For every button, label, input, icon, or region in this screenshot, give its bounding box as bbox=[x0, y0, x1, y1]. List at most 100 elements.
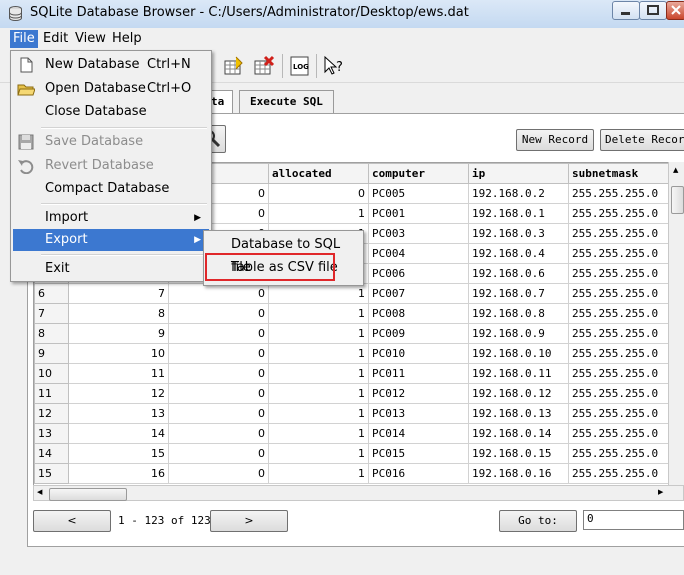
cell-ip[interactable]: 192.168.0.9 bbox=[468, 323, 569, 344]
scroll-up-icon[interactable]: ▲ bbox=[673, 166, 678, 174]
cell-id[interactable]: 7 bbox=[68, 283, 169, 304]
cell-s[interactable]: 0 bbox=[168, 283, 269, 304]
menu-item-open-database[interactable]: Open Database Ctrl+O bbox=[13, 78, 209, 100]
cell-computer[interactable]: PC014 bbox=[368, 423, 469, 444]
cell-id[interactable]: 15 bbox=[68, 443, 169, 464]
cell-allocated[interactable]: 0 bbox=[268, 183, 369, 204]
close-button[interactable] bbox=[666, 1, 684, 20]
cell-computer[interactable]: PC013 bbox=[368, 403, 469, 424]
table-row[interactable]: 8 9 0 1 PC009 192.168.0.9 255.255.255.0 bbox=[34, 323, 669, 344]
cell-allocated[interactable]: 1 bbox=[268, 203, 369, 224]
cell-subnetmask[interactable]: 255.255.255.0 bbox=[568, 403, 669, 424]
menu-item-exit[interactable]: Exit bbox=[13, 258, 209, 280]
row-number-cell[interactable]: 9 bbox=[34, 343, 69, 364]
menu-item-close-database[interactable]: Close Database bbox=[13, 101, 209, 123]
table-row[interactable]: 11 12 0 1 PC012 192.168.0.12 255.255.255.0 bbox=[34, 383, 669, 404]
cell-s[interactable]: 0 bbox=[168, 383, 269, 404]
row-number-cell[interactable]: 14 bbox=[34, 443, 69, 464]
cell-ip[interactable]: 192.168.0.16 bbox=[468, 463, 569, 484]
edit-table-button[interactable] bbox=[222, 55, 246, 77]
cell-subnetmask[interactable]: 255.255.255.0 bbox=[568, 383, 669, 404]
cell-id[interactable]: 8 bbox=[68, 303, 169, 324]
cell-computer[interactable]: PC005 bbox=[368, 183, 469, 204]
column-header-computer[interactable]: computer bbox=[368, 163, 469, 184]
cell-allocated[interactable]: 1 bbox=[268, 383, 369, 404]
previous-page-button[interactable]: < bbox=[33, 510, 111, 532]
cell-id[interactable]: 11 bbox=[68, 363, 169, 384]
cell-subnetmask[interactable]: 255.255.255.0 bbox=[568, 203, 669, 224]
cell-ip[interactable]: 192.168.0.13 bbox=[468, 403, 569, 424]
cell-ip[interactable]: 192.168.0.2 bbox=[468, 183, 569, 204]
menu-help[interactable]: Help bbox=[109, 30, 145, 48]
row-number-cell[interactable]: 10 bbox=[34, 363, 69, 384]
cell-ip[interactable]: 192.168.0.8 bbox=[468, 303, 569, 324]
cell-subnetmask[interactable]: 255.255.255.0 bbox=[568, 183, 669, 204]
cell-ip[interactable]: 192.168.0.11 bbox=[468, 363, 569, 384]
cell-allocated[interactable]: 1 bbox=[268, 303, 369, 324]
cell-allocated[interactable]: 1 bbox=[268, 443, 369, 464]
column-header-ip[interactable]: ip bbox=[468, 163, 569, 184]
row-number-cell[interactable]: 12 bbox=[34, 403, 69, 424]
cell-s[interactable]: 0 bbox=[168, 443, 269, 464]
table-row[interactable]: 7 8 0 1 PC008 192.168.0.8 255.255.255.0 bbox=[34, 303, 669, 324]
cell-id[interactable]: 14 bbox=[68, 423, 169, 444]
menu-item-export[interactable]: Export ▶ bbox=[13, 229, 209, 251]
cell-computer[interactable]: PC003 bbox=[368, 223, 469, 244]
cell-subnetmask[interactable]: 255.255.255.0 bbox=[568, 263, 669, 284]
cell-ip[interactable]: 192.168.0.1 bbox=[468, 203, 569, 224]
horizontal-scroll-thumb[interactable] bbox=[49, 488, 127, 501]
vertical-scroll-thumb[interactable] bbox=[671, 186, 684, 214]
maximize-button[interactable] bbox=[639, 1, 667, 20]
cell-computer[interactable]: PC011 bbox=[368, 363, 469, 384]
cell-computer[interactable]: PC007 bbox=[368, 283, 469, 304]
table-row[interactable]: 10 11 0 1 PC011 192.168.0.11 255.255.255.0 bbox=[34, 363, 669, 384]
tab-execute-sql[interactable]: Execute SQL bbox=[239, 90, 334, 113]
vertical-scrollbar[interactable]: ▲ bbox=[668, 162, 684, 485]
cell-s[interactable]: 0 bbox=[168, 323, 269, 344]
cell-computer[interactable]: PC004 bbox=[368, 243, 469, 264]
next-page-button[interactable]: > bbox=[210, 510, 288, 532]
table-row[interactable]: 13 14 0 1 PC014 192.168.0.14 255.255.255.0 bbox=[34, 423, 669, 444]
row-number-cell[interactable]: 11 bbox=[34, 383, 69, 404]
cell-computer[interactable]: PC001 bbox=[368, 203, 469, 224]
cell-subnetmask[interactable]: 255.255.255.0 bbox=[568, 423, 669, 444]
cell-s[interactable]: 0 bbox=[168, 403, 269, 424]
goto-input[interactable]: 0 bbox=[583, 510, 684, 530]
cell-id[interactable]: 10 bbox=[68, 343, 169, 364]
menu-item-new-database[interactable]: New Database Ctrl+N bbox=[13, 54, 209, 76]
scroll-left-icon[interactable]: ◀ bbox=[37, 488, 42, 496]
menu-item-import[interactable]: Import ▶ bbox=[13, 207, 209, 229]
column-header-allocated[interactable]: allocated bbox=[268, 163, 369, 184]
cell-id[interactable]: 12 bbox=[68, 383, 169, 404]
cell-computer[interactable]: PC008 bbox=[368, 303, 469, 324]
table-row[interactable]: 12 13 0 1 PC013 192.168.0.13 255.255.255.0 bbox=[34, 403, 669, 424]
cell-subnetmask[interactable]: 255.255.255.0 bbox=[568, 363, 669, 384]
menu-item-compact-database[interactable]: Compact Database bbox=[13, 178, 209, 200]
cell-subnetmask[interactable]: 255.255.255.0 bbox=[568, 343, 669, 364]
delete-table-button[interactable] bbox=[252, 55, 276, 77]
cell-subnetmask[interactable]: 255.255.255.0 bbox=[568, 223, 669, 244]
cell-ip[interactable]: 192.168.0.12 bbox=[468, 383, 569, 404]
cell-subnetmask[interactable]: 255.255.255.0 bbox=[568, 283, 669, 304]
menu-edit[interactable]: Edit bbox=[40, 30, 71, 48]
scroll-right-icon[interactable]: ▶ bbox=[658, 488, 663, 496]
cell-id[interactable]: 16 bbox=[68, 463, 169, 484]
cell-id[interactable]: 9 bbox=[68, 323, 169, 344]
cell-computer[interactable]: PC006 bbox=[368, 263, 469, 284]
cell-s[interactable]: 0 bbox=[168, 423, 269, 444]
table-row[interactable]: 15 16 0 1 PC016 192.168.0.16 255.255.255.0 bbox=[34, 463, 669, 484]
horizontal-scrollbar[interactable]: ◀ ▶ bbox=[33, 485, 684, 501]
cell-subnetmask[interactable]: 255.255.255.0 bbox=[568, 323, 669, 344]
cell-allocated[interactable]: 1 bbox=[268, 323, 369, 344]
new-record-button[interactable]: New Record bbox=[516, 129, 594, 151]
column-header-subnetmask[interactable]: subnetmask bbox=[568, 163, 669, 184]
cell-s[interactable]: 0 bbox=[168, 303, 269, 324]
cell-allocated[interactable]: 1 bbox=[268, 423, 369, 444]
cell-ip[interactable]: 192.168.0.4 bbox=[468, 243, 569, 264]
minimize-button[interactable] bbox=[612, 1, 640, 20]
row-number-cell[interactable]: 7 bbox=[34, 303, 69, 324]
menu-view[interactable]: View bbox=[72, 30, 109, 48]
cell-allocated[interactable]: 1 bbox=[268, 463, 369, 484]
cell-ip[interactable]: 192.168.0.14 bbox=[468, 423, 569, 444]
row-number-cell[interactable]: 15 bbox=[34, 463, 69, 484]
